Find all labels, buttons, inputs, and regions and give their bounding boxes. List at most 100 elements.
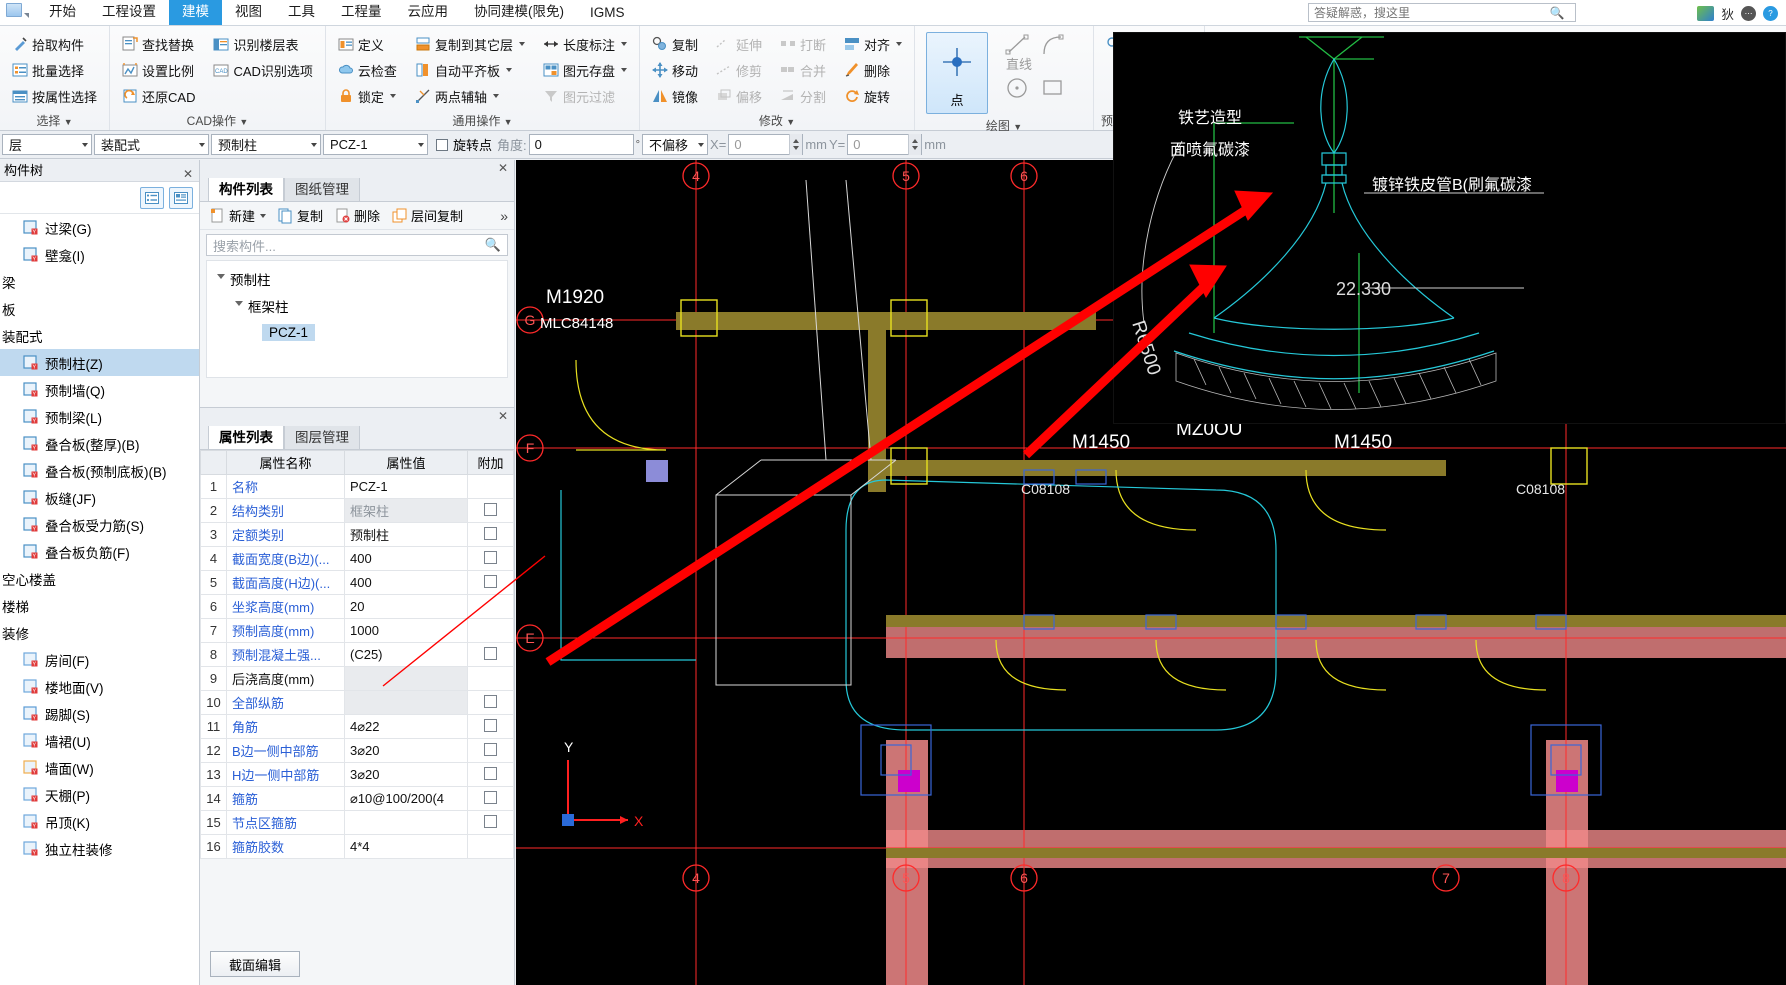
expand-arrow-icon[interactable]	[217, 274, 225, 283]
property-row[interactable]: 16 箍筋胶数 4*4	[200, 834, 514, 859]
property-row[interactable]: 2 结构类别 框架柱	[200, 498, 514, 523]
ribbon-item-图元存盘[interactable]: 图元存盘	[538, 58, 632, 82]
chat-bubble-icon[interactable]: ⋯	[1741, 5, 1756, 21]
property-row-value[interactable]: PCZ-1	[344, 474, 468, 499]
sidebar-item-23[interactable]: Y 独立柱装修	[0, 835, 199, 862]
ribbon-item-移动[interactable]: 移动	[647, 58, 703, 82]
sidebar-item-4[interactable]: 装配式	[0, 322, 199, 349]
property-row-value[interactable]: 20	[344, 594, 468, 619]
property-row[interactable]: 15 节点区箍筋	[200, 810, 514, 835]
ribbon-item-识别楼层表[interactable]: 识别楼层表	[208, 32, 317, 56]
property-row[interactable]: 11 角筋 4⌀22	[200, 714, 514, 739]
user-name[interactable]: 狄	[1721, 4, 1734, 23]
ribbon-item-复制[interactable]: 复制	[647, 32, 703, 56]
component-name-select[interactable]: PCZ-1	[323, 134, 428, 155]
property-row[interactable]: 8 预制混凝土强... (C25)	[200, 642, 514, 667]
property-row-value[interactable]: 4*4	[344, 834, 468, 859]
property-row[interactable]: 14 箍筋 ⌀10@100/200(4	[200, 786, 514, 811]
ribbon-item-自动平齐板[interactable]: 自动平齐板	[410, 58, 530, 82]
component-toolbar-新建[interactable]: 新建	[206, 204, 270, 227]
ribbon-item-长度标注[interactable]: 长度标注	[538, 32, 632, 56]
property-row[interactable]: 5 截面高度(H边)(... 400	[200, 570, 514, 595]
ribbon-tab-2[interactable]: 建模	[169, 0, 222, 25]
close-icon[interactable]: ✕	[498, 409, 508, 423]
property-extra-checkbox[interactable]	[484, 502, 497, 516]
sidebar-item-11[interactable]: Y 叠合板受力筋(S)	[0, 511, 199, 538]
component-tree-node-1[interactable]: 框架柱	[207, 292, 507, 319]
chevron-down-icon[interactable]	[620, 42, 627, 46]
property-extra-checkbox[interactable]	[484, 574, 497, 588]
ribbon-item-设置比例[interactable]: 设置比例	[117, 58, 200, 82]
help-search-input[interactable]	[1309, 4, 1547, 21]
sidebar-item-13[interactable]: 空心楼盖	[0, 565, 199, 592]
chevron-down-icon[interactable]	[389, 94, 396, 98]
ribbon-item-拾取构件[interactable]: 拾取构件	[7, 32, 102, 56]
property-extra-checkbox[interactable]	[484, 718, 497, 732]
sidebar-item-10[interactable]: Y 板缝(JF)	[0, 484, 199, 511]
ribbon-item-定义[interactable]: 定义	[333, 32, 402, 56]
ribbon-tab-5[interactable]: 工程量	[328, 0, 395, 25]
property-row-extra[interactable]	[467, 546, 514, 571]
property-row[interactable]: 3 定额类别 预制柱	[200, 522, 514, 547]
property-row[interactable]: 9 后浇高度(mm)	[200, 666, 514, 691]
ribbon-item-镜像[interactable]: 镜像	[647, 84, 703, 108]
y-stepper[interactable]	[908, 134, 922, 155]
ribbon-item-还原CAD[interactable]: 还原CAD	[117, 84, 200, 108]
property-row-extra[interactable]	[467, 690, 514, 715]
sidebar-item-18[interactable]: Y 踢脚(S)	[0, 700, 199, 727]
property-row-value[interactable]: 400	[344, 570, 468, 595]
sidebar-item-17[interactable]: Y 楼地面(V)	[0, 673, 199, 700]
detail-view-button[interactable]	[169, 186, 193, 209]
ribbon-item-按属性选择[interactable]: 按属性选择	[7, 84, 102, 108]
property-extra-checkbox[interactable]	[484, 550, 497, 564]
property-row-extra[interactable]	[467, 810, 514, 835]
ribbon-item-复制到其它层[interactable]: 复制到其它层	[410, 32, 530, 56]
ribbon-tab-1[interactable]: 工程设置	[89, 0, 169, 25]
category-select[interactable]: 装配式	[94, 134, 209, 155]
chevron-down-icon[interactable]	[620, 68, 627, 72]
component-search-box[interactable]: 搜索构件... 🔍	[206, 234, 508, 256]
property-extra-checkbox[interactable]	[484, 694, 497, 708]
property-extra-checkbox[interactable]	[484, 766, 497, 780]
property-row-value[interactable]	[344, 666, 468, 691]
ribbon-tab-7[interactable]: 协同建模(限免)	[461, 0, 577, 25]
angle-input[interactable]: 0	[528, 134, 634, 155]
chevron-down-icon[interactable]	[492, 94, 499, 98]
property-row-value[interactable]: 1000	[344, 618, 468, 643]
property-extra-checkbox[interactable]	[484, 790, 497, 804]
sidebar-item-16[interactable]: Y 房间(F)	[0, 646, 199, 673]
help-circle-icon[interactable]: ?	[1763, 5, 1778, 21]
ribbon-item-云检查[interactable]: 云检查	[333, 58, 402, 82]
sidebar-item-3[interactable]: 板	[0, 295, 199, 322]
component-toolbar-复制[interactable]: 复制	[274, 204, 327, 227]
sidebar-item-15[interactable]: 装修	[0, 619, 199, 646]
offset-select[interactable]: 不偏移	[642, 134, 709, 155]
ribbon-item-删除[interactable]: 删除	[839, 58, 907, 82]
property-row-value[interactable]	[344, 810, 468, 835]
point-tool-button[interactable]: 点	[926, 32, 989, 114]
sidebar-item-9[interactable]: Y 叠合板(预制底板)(B)	[0, 457, 199, 484]
property-row[interactable]: 10 全部纵筋	[200, 690, 514, 715]
section-edit-button[interactable]: 截面编辑	[210, 951, 300, 977]
property-row-extra[interactable]	[467, 738, 514, 763]
sidebar-item-20[interactable]: Y 墙面(W)	[0, 754, 199, 781]
sidebar-item-12[interactable]: Y 叠合板负筋(F)	[0, 538, 199, 565]
sidebar-item-7[interactable]: Y 预制梁(L)	[0, 403, 199, 430]
avatar[interactable]	[1697, 5, 1715, 21]
ribbon-item-两点辅轴[interactable]: 两点辅轴	[410, 84, 530, 108]
property-row-value[interactable]: 3⌀20	[344, 762, 468, 787]
chevron-down-icon[interactable]	[896, 42, 903, 46]
property-tab-1[interactable]: 图层管理	[284, 422, 360, 449]
property-extra-checkbox[interactable]	[484, 646, 497, 660]
property-row-extra[interactable]	[467, 714, 514, 739]
quick-access-toolbar[interactable]	[0, 0, 36, 25]
ribbon-item-CAD识别选项[interactable]: CAD CAD识别选项	[208, 58, 317, 82]
list-view-button[interactable]	[140, 186, 164, 209]
chevron-down-icon[interactable]	[505, 68, 512, 72]
chevron-down-icon[interactable]	[260, 213, 267, 218]
component-tab-0[interactable]: 构件列表	[208, 174, 284, 201]
ribbon-tab-0[interactable]: 开始	[36, 0, 89, 25]
expand-arrow-icon[interactable]	[235, 301, 243, 310]
property-row-value[interactable]: 3⌀20	[344, 738, 468, 763]
search-icon[interactable]: 🔍	[485, 237, 501, 253]
